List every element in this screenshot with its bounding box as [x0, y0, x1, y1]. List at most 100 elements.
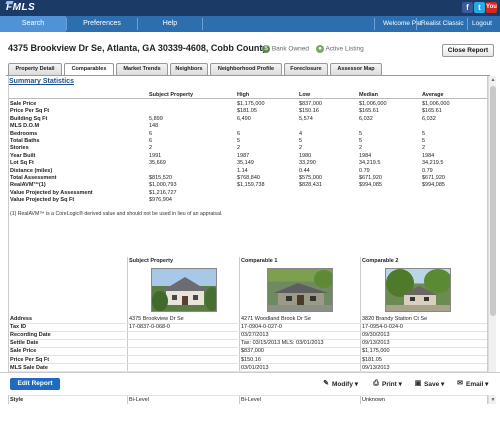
summary-cell: $994,085 [422, 182, 445, 189]
summary-header-row: Subject Property High Low Median Average [9, 92, 487, 99]
bank-owned-status: $ Bank Owned [262, 45, 309, 53]
tab-market-trends[interactable]: Market Trends [116, 63, 168, 75]
print-button[interactable]: ⎙ Print ▾ [372, 380, 402, 388]
comparable-row: Settle Date Tax: 03/15/2013 MLS: 03/01/20… [9, 340, 487, 348]
summary-row: Value Projected by Sq Ft $976,904 [9, 197, 487, 204]
comparable-row: Address 4375 Brookview Dr Se 4271 Woodland… [9, 316, 487, 324]
summary-cell: $165.61 [359, 108, 379, 115]
summary-cell: 0.79 [422, 167, 433, 174]
summary-column-header: Median [359, 92, 378, 98]
summary-cell: 5,574 [299, 115, 313, 122]
twitter-icon[interactable]: t [474, 2, 485, 13]
comparable-2-photo[interactable] [385, 268, 451, 312]
tab-neighborhood-profile[interactable]: Neighborhood Profile [210, 63, 282, 75]
summary-row-label: Lot Sq Ft [10, 160, 34, 167]
scroll-down-icon[interactable]: ▼ [490, 397, 496, 403]
summary-cell: $150.16 [299, 108, 319, 115]
youtube-icon[interactable]: You [486, 2, 497, 13]
scroll-up-icon[interactable]: ▲ [490, 77, 496, 83]
main-nav: Search Preferences Help Welcome Pat Real… [0, 16, 500, 32]
nav-divider [467, 18, 468, 30]
summary-cell: $768,840 [237, 175, 260, 181]
modify-button[interactable]: ✎ Modify ▾ [322, 380, 358, 388]
comparable-column-header: Subject Property [129, 258, 174, 264]
summary-row: Year Built 1991 1987 1980 1984 1984 [9, 152, 487, 160]
close-report-button[interactable]: Close Report [442, 44, 494, 57]
email-label: Email [466, 381, 484, 388]
bank-owned-label: Bank Owned [271, 45, 310, 53]
nav-divider [374, 18, 375, 30]
comparable-cell: 3820 Brandy Station Ct Se [362, 316, 428, 322]
summary-cell: $994,085 [359, 182, 382, 189]
comparable-cell: $837,000 [241, 348, 264, 355]
tab-neighbors[interactable]: Neighbors [170, 63, 208, 75]
summary-cell: 1980 [299, 152, 312, 159]
vertical-scrollbar[interactable]: ▲ ▼ [488, 76, 496, 404]
nav-tab-help[interactable]: Help [138, 16, 202, 32]
summary-row: Bedrooms 6 6 4 5 5 [9, 130, 487, 138]
comparable-cell: 09/30/2013 [362, 332, 390, 339]
tab-property-detail[interactable]: Property Detail [8, 63, 62, 75]
summary-row: Value Projected by Assessment $1,216,727 [9, 190, 487, 197]
summary-row: Distance (miles) 1.14 0.44 0.79 0.79 [9, 167, 487, 175]
summary-cell: 2 [422, 145, 426, 152]
summary-cell: 34,219.5 [422, 160, 444, 167]
comparable-row: MLS Sale Date 03/01/2013 09/13/2013 [9, 364, 487, 373]
edit-report-button[interactable]: Edit Report [10, 378, 60, 390]
summary-cell: 6 [149, 138, 153, 144]
summary-cell: 1984 [422, 152, 435, 159]
summary-cell: $165.61 [422, 108, 442, 115]
property-address: 4375 Brookview Dr Se, Atlanta, GA 30339-… [8, 43, 268, 53]
summary-cell: 1991 [149, 152, 162, 159]
comparable-cell: 03/27/2013 [241, 332, 269, 339]
modify-label: Modify [332, 381, 353, 388]
realist-classic-link[interactable]: Realist Classic [421, 16, 464, 32]
nav-tab-preferences[interactable]: Preferences [67, 16, 137, 32]
comparable-1-photo[interactable] [267, 268, 333, 312]
comparable-cell: 17-0954-0-024-0 [362, 324, 403, 331]
summary-row: Lot Sq Ft 35,669 35,149 33,290 34,219.5 34,21… [9, 160, 487, 167]
summary-row-label: Stories [10, 145, 29, 152]
summary-cell: 0.79 [359, 167, 370, 174]
summary-cell: $181.05 [237, 108, 257, 115]
summary-row-label: MLS D.O.M [10, 123, 40, 130]
tab-assessor-map[interactable]: Assessor Map [330, 63, 382, 75]
summary-cell: 6,032 [422, 115, 436, 122]
save-button[interactable]: ▣ Save ▾ [414, 380, 445, 388]
summary-cell: 4 [299, 130, 303, 137]
comparable-column-header: Comparable 2 [362, 258, 399, 264]
summary-cell: 5 [299, 138, 303, 144]
comparable-row-label: Settle Date [10, 340, 39, 347]
comparable-row-label: Recording Date [10, 332, 51, 339]
tab-foreclosure[interactable]: Foreclosure [284, 63, 328, 75]
summary-cell: 2 [359, 145, 363, 152]
scrollbar-thumb[interactable] [490, 86, 496, 316]
summary-cell: 6 [237, 130, 241, 137]
fmls-logo[interactable]: FMLS [6, 2, 35, 13]
summary-row-label: Price Per Sq Ft [10, 108, 50, 115]
subject-property-photo[interactable] [151, 268, 217, 312]
summary-column-header: High [237, 92, 250, 98]
summary-cell: 6 [149, 130, 153, 137]
summary-cell: 35,669 [149, 160, 166, 167]
listing-icon: ● [316, 45, 324, 53]
comparable-row: Recording Date 03/27/2013 09/30/2013 [9, 332, 487, 340]
comparable-cell: Bi-Level [129, 397, 149, 403]
nav-tab-search[interactable]: Search [0, 16, 66, 32]
comparable-row: Price Per Sq Ft $150.16 $181.05 [9, 357, 487, 364]
summary-row-label: RealAVM™(1) [10, 182, 46, 189]
summary-cell: 2 [237, 145, 241, 152]
summary-cell: 148 [149, 123, 159, 130]
comparable-row-label: Style [10, 397, 24, 403]
email-button[interactable]: ✉ Email ▾ [456, 380, 488, 388]
comparable-cell: 03/01/2013 [241, 364, 269, 371]
summary-row: Building Sq Ft 5,899 6,490 5,574 6,032 6,032 [9, 115, 487, 123]
comparable-cell: 09/13/2013 [362, 364, 390, 371]
summary-row: Total Assessment $815,520 $768,840 $575,000… [9, 175, 487, 182]
facebook-icon[interactable]: f [462, 2, 473, 13]
logout-link[interactable]: Logout [472, 16, 492, 32]
report-footer: Edit Report ✎ Modify ▾ ⎙ Print ▾ ▣ Save ▾ ✉… [0, 372, 500, 395]
summary-cell: 33,290 [299, 160, 316, 167]
summary-row: Stories 2 2 2 2 2 [9, 145, 487, 152]
comparable-row: Tax ID 17-0837-0-068-0 17-0904-0-027-0 17-0… [9, 324, 487, 332]
